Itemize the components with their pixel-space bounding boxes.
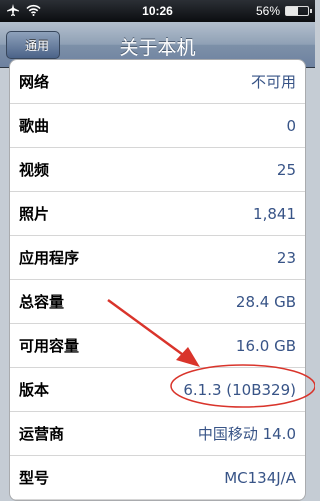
row-carrier[interactable]: 运营商 中国移动 14.0	[10, 412, 305, 456]
row-value: 6.1.3 (10B329)	[183, 380, 296, 399]
row-label: 总容量	[19, 293, 65, 311]
battery-fill	[286, 7, 299, 15]
row-value: 16.0 GB	[235, 336, 296, 355]
row-label: 型号	[19, 469, 50, 487]
row-label: 应用程序	[19, 249, 80, 267]
row-value: 不可用	[250, 73, 296, 91]
row-videos: 视频 25	[10, 148, 305, 192]
row-network: 网络 不可用	[10, 60, 305, 104]
row-applications: 应用程序 23	[10, 236, 305, 280]
row-value: 28.4 GB	[235, 292, 296, 311]
page-title: 关于本机	[119, 37, 196, 59]
row-version: 版本 6.1.3 (10B329)	[10, 368, 305, 412]
about-list: 网络 不可用 歌曲 0 视频 25 照片 1,841 应用程序 23 总容量 2…	[9, 59, 306, 501]
row-label: 版本	[19, 381, 50, 399]
row-label: 视频	[19, 161, 50, 179]
battery-percent: 56%	[255, 4, 280, 18]
row-model: 型号 MC134J/A	[10, 456, 305, 500]
row-label: 运营商	[19, 425, 65, 443]
row-value: 中国移动 14.0	[197, 425, 296, 443]
row-label: 网络	[19, 73, 50, 91]
row-songs: 歌曲 0	[10, 104, 305, 148]
row-capacity: 总容量 28.4 GB	[10, 280, 305, 324]
row-value: 0	[286, 116, 296, 135]
row-label: 歌曲	[19, 117, 50, 135]
row-value: 25	[276, 160, 296, 179]
row-available: 可用容量 16.0 GB	[10, 324, 305, 368]
row-value: 23	[276, 248, 296, 267]
row-label: 可用容量	[19, 337, 80, 355]
status-right: 56%	[255, 4, 312, 18]
row-label: 照片	[19, 205, 50, 223]
status-bar: 10:26 56%	[0, 0, 315, 22]
row-photos: 照片 1,841	[10, 192, 305, 236]
row-value: MC134J/A	[224, 468, 296, 487]
battery-icon	[285, 6, 312, 16]
row-value: 1,841	[253, 204, 296, 223]
